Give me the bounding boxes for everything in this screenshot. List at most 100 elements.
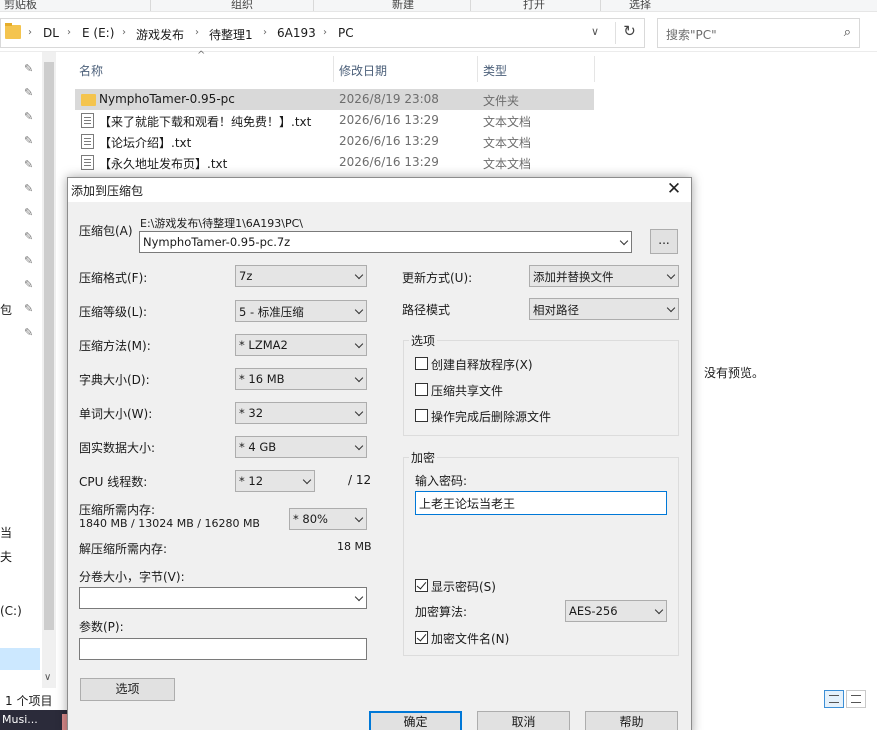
ribbon-label-select: 选择 xyxy=(629,0,651,11)
encryption-method-select[interactable]: AES-256 xyxy=(565,600,667,622)
decompress-memory-value: 18 MB xyxy=(337,540,372,553)
dict-size-select[interactable]: * 16 MB xyxy=(235,368,367,390)
chevron-right-icon[interactable]: › xyxy=(263,27,267,38)
path-mode-label: 路径模式 xyxy=(402,303,451,317)
file-row[interactable]: 【论坛介绍】.txt 2026/6/16 13:29 文本文档 xyxy=(75,131,594,152)
nav-item-fragment[interactable]: (C:) xyxy=(0,604,22,618)
encryption-method-label: 加密算法: xyxy=(415,605,468,619)
search-input[interactable]: 搜索"PC" ⌕ xyxy=(657,18,860,48)
folder-icon xyxy=(81,94,96,106)
help-button[interactable]: 帮助 xyxy=(585,711,678,730)
pin-icon[interactable]: ✎ xyxy=(24,134,33,147)
search-placeholder: 搜索"PC" xyxy=(666,28,717,42)
split-size-combo[interactable] xyxy=(79,587,367,609)
chevron-right-icon[interactable]: › xyxy=(323,27,327,38)
update-mode-label: 更新方式(U): xyxy=(402,271,473,285)
params-input[interactable] xyxy=(79,638,367,660)
file-row[interactable]: 【来了就能下载和观看！纯免费！】.txt 2026/6/16 13:29 文本文… xyxy=(75,110,594,131)
show-password-label: 显示密码(S) xyxy=(431,580,496,594)
level-select[interactable]: 5 - 标准压缩 xyxy=(235,300,367,322)
nav-item-fragment[interactable]: 包 xyxy=(0,301,12,318)
nav-item-fragment[interactable]: 当 xyxy=(0,524,12,541)
checkbox-unchecked[interactable] xyxy=(415,383,428,396)
checkbox-checked[interactable] xyxy=(415,579,428,592)
compress-memory-detail: 1840 MB / 13024 MB / 16280 MB xyxy=(79,517,260,530)
format-label: 压缩格式(F): xyxy=(79,271,148,285)
options-button[interactable]: 选项 xyxy=(80,678,175,701)
nav-item-selected[interactable] xyxy=(0,648,40,670)
word-size-select[interactable]: * 32 xyxy=(235,402,367,424)
archive-name-combo[interactable]: NymphoTamer-0.95-pc.7z xyxy=(139,231,632,253)
pin-icon[interactable]: ✎ xyxy=(24,182,33,195)
checkbox-checked[interactable] xyxy=(415,631,428,644)
threads-value: * 12 xyxy=(239,474,264,488)
cancel-button[interactable]: 取消 xyxy=(477,711,570,730)
breadcrumb-drive-e[interactable]: E (E:) xyxy=(82,26,114,40)
chevron-right-icon[interactable]: › xyxy=(122,27,126,38)
add-to-archive-dialog: 添加到压缩包 ✕ 压缩包(A) E:\游戏发布\待整理1\6A193\PC\ N… xyxy=(67,177,692,730)
pin-icon[interactable]: ✎ xyxy=(24,110,33,123)
checkbox-unchecked[interactable] xyxy=(415,409,428,422)
file-type: 文本文档 xyxy=(483,157,532,171)
search-icon[interactable]: ⌕ xyxy=(844,25,851,40)
method-select[interactable]: * LZMA2 xyxy=(235,334,367,356)
path-mode-select[interactable]: 相对路径 xyxy=(529,298,679,320)
pin-icon[interactable]: ✎ xyxy=(24,62,33,75)
file-row[interactable]: NymphoTamer-0.95-pc 2026/8/19 23:08 文件夹 xyxy=(75,89,594,110)
pin-icon[interactable]: ✎ xyxy=(24,302,33,315)
threads-select[interactable]: * 12 xyxy=(235,470,315,492)
encryption-group-title: 加密 xyxy=(409,449,438,466)
taskbar-item[interactable]: Musi... xyxy=(0,710,68,730)
nav-scrollbar-thumb[interactable] xyxy=(44,62,54,630)
file-row[interactable]: 【永久地址发布页】.txt 2026/6/16 13:29 文本文档 xyxy=(75,152,594,173)
breadcrumb-pc[interactable]: PC xyxy=(338,26,354,40)
address-bar: › DL › E (E:) › 游戏发布 › 待整理1 › 6A193 › PC… xyxy=(0,14,877,52)
chevron-right-icon[interactable]: › xyxy=(67,27,71,38)
folder-icon xyxy=(5,23,21,39)
solid-block-select[interactable]: * 4 GB xyxy=(235,436,367,458)
nav-item-fragment[interactable]: 夫 xyxy=(0,548,12,565)
chevron-right-icon[interactable]: › xyxy=(28,27,32,38)
pin-icon[interactable]: ✎ xyxy=(24,158,33,171)
refresh-icon[interactable]: ↻ xyxy=(615,22,643,44)
text-file-icon xyxy=(81,155,94,170)
chevron-down-icon[interactable]: ∨ xyxy=(44,672,51,683)
column-header-type[interactable]: 类型 xyxy=(483,62,507,86)
options-group-title: 选项 xyxy=(409,332,438,349)
column-header-date[interactable]: 修改日期 xyxy=(339,62,387,86)
level-value: 5 - 标准压缩 xyxy=(239,305,304,319)
address-box[interactable]: › DL › E (E:) › 游戏发布 › 待整理1 › 6A193 › PC… xyxy=(0,18,645,48)
item-count: 1 个项目 xyxy=(5,694,53,708)
large-icons-view-icon[interactable] xyxy=(846,690,866,708)
pin-icon[interactable]: ✎ xyxy=(24,326,33,339)
pin-icon[interactable]: ✎ xyxy=(24,278,33,291)
breadcrumb-6a193[interactable]: 6A193 xyxy=(277,26,316,40)
memory-usage-select[interactable]: * 80% xyxy=(289,508,367,530)
chevron-right-icon[interactable]: › xyxy=(195,27,199,38)
breadcrumb-game-release[interactable]: 游戏发布 xyxy=(136,26,184,43)
text-file-icon xyxy=(81,113,94,128)
pin-icon[interactable]: ✎ xyxy=(24,230,33,243)
chevron-down-icon[interactable] xyxy=(619,236,629,246)
column-header-name[interactable]: 名称 xyxy=(79,62,103,86)
password-input[interactable]: 上老王论坛当老王 xyxy=(415,491,667,515)
details-view-icon[interactable] xyxy=(824,690,844,708)
pin-icon[interactable]: ✎ xyxy=(24,206,33,219)
close-icon[interactable]: ✕ xyxy=(663,178,685,200)
format-select[interactable]: 7z xyxy=(235,265,367,287)
update-mode-select[interactable]: 添加并替换文件 xyxy=(529,265,679,287)
breadcrumb-dl[interactable]: DL xyxy=(43,26,59,40)
file-date: 2026/6/16 13:29 xyxy=(339,113,439,127)
pin-icon[interactable]: ✎ xyxy=(24,86,33,99)
checkbox-unchecked[interactable] xyxy=(415,357,428,370)
level-label: 压缩等级(L): xyxy=(79,305,148,319)
breadcrumb-to-sort[interactable]: 待整理1 xyxy=(209,26,253,43)
browse-button[interactable]: ... xyxy=(650,229,678,254)
pin-icon[interactable]: ✎ xyxy=(24,254,33,267)
chevron-down-icon[interactable]: ∨ xyxy=(591,25,599,38)
ribbon-label-organize: 组织 xyxy=(231,0,253,11)
word-size-label: 单词大小(W): xyxy=(79,407,153,421)
dialog-title-bar: 添加到压缩包 ✕ xyxy=(68,178,691,202)
dict-size-label: 字典大小(D): xyxy=(79,373,150,387)
ok-button[interactable]: 确定 xyxy=(369,711,462,730)
